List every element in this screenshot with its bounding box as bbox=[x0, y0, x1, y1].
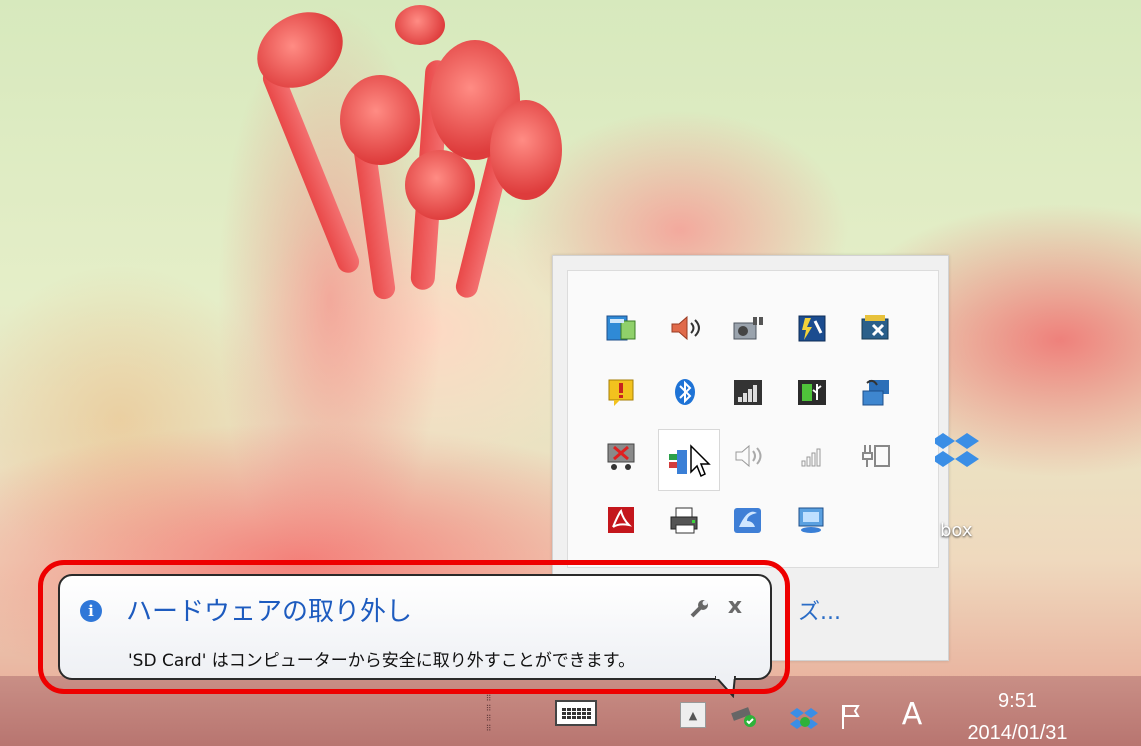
dropbox-tray-icon[interactable] bbox=[790, 704, 822, 730]
power-plug-icon[interactable] bbox=[721, 301, 775, 355]
network-disconnected-icon[interactable] bbox=[849, 301, 903, 355]
power-outlet-icon[interactable] bbox=[849, 429, 903, 483]
customize-link[interactable]: ズ... bbox=[798, 594, 841, 626]
taskbar-grip[interactable]: ⠿ ⠿ ⠿ ⠿ bbox=[480, 686, 498, 742]
display-disabled-icon[interactable] bbox=[594, 429, 648, 483]
signal-strength-icon[interactable] bbox=[721, 365, 775, 419]
taskbar-clock[interactable]: 9:51 2014/01/31 bbox=[955, 688, 1080, 746]
battery-wrench-icon[interactable] bbox=[785, 301, 839, 355]
usb-battery-icon[interactable] bbox=[785, 365, 839, 419]
action-center-flag-icon[interactable] bbox=[838, 702, 864, 730]
app-shield-icon[interactable] bbox=[721, 493, 775, 547]
show-hidden-icons-button[interactable]: ▲ bbox=[680, 702, 706, 728]
bluetooth-icon[interactable] bbox=[658, 365, 712, 419]
display-settings-icon[interactable] bbox=[785, 493, 839, 547]
printer-icon[interactable] bbox=[658, 493, 712, 547]
wifi-signal-icon[interactable] bbox=[785, 429, 839, 483]
acrobat-icon[interactable] bbox=[594, 493, 648, 547]
ime-mode-indicator[interactable]: A bbox=[900, 694, 924, 734]
overflow-icon-grid bbox=[567, 270, 939, 568]
highlight-annotation bbox=[38, 560, 790, 694]
network-sync-icon[interactable] bbox=[849, 365, 903, 419]
dropbox-desktop-label: box bbox=[940, 520, 973, 541]
volume-icon[interactable] bbox=[658, 301, 712, 355]
clock-date: 2014/01/31 bbox=[967, 722, 1068, 744]
notification-flag-icon[interactable] bbox=[594, 365, 648, 419]
safely-remove-hardware-icon[interactable] bbox=[658, 429, 720, 491]
network-monitor-icon[interactable] bbox=[594, 301, 648, 355]
touch-keyboard-button[interactable] bbox=[555, 700, 597, 726]
keyboard-icon bbox=[561, 707, 591, 719]
volume-muted-icon[interactable] bbox=[721, 429, 775, 483]
safely-remove-tray-icon[interactable] bbox=[728, 702, 758, 728]
dropbox-desktop-icon[interactable] bbox=[931, 425, 983, 481]
clock-time: 9:51 bbox=[998, 690, 1037, 712]
